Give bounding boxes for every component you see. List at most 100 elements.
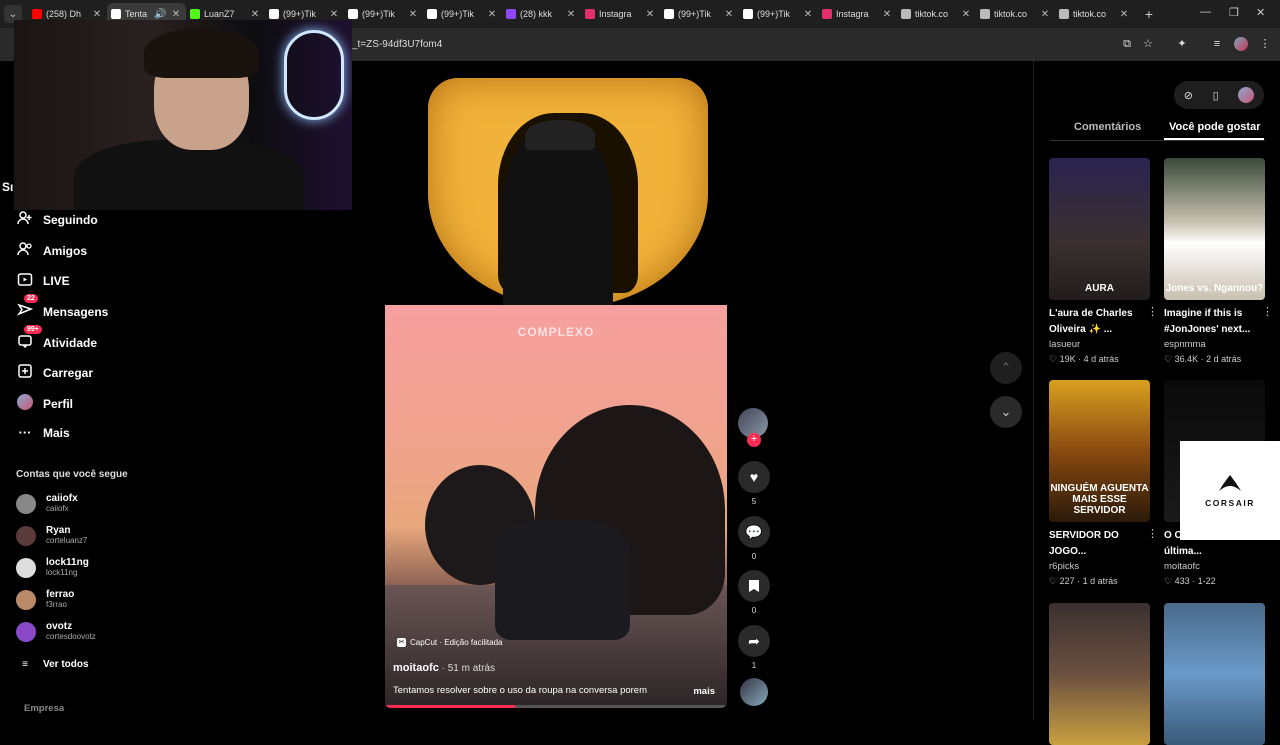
tab-close-icon[interactable]: ✕ bbox=[249, 9, 261, 20]
browser-tab[interactable]: (99+)Tik ✕ bbox=[423, 3, 502, 25]
close-window-icon[interactable]: ✕ bbox=[1256, 6, 1265, 19]
card-author[interactable]: r6picks bbox=[1049, 561, 1150, 572]
tab-voce-pode-gostar[interactable]: Você pode gostar bbox=[1169, 121, 1260, 133]
extensions-icon[interactable]: ✦ bbox=[1175, 37, 1189, 51]
user-avatar-icon[interactable] bbox=[1238, 87, 1255, 103]
tab-close-icon[interactable]: ✕ bbox=[644, 9, 656, 20]
video-thumbnail[interactable]: Jones vs. Ngannou? bbox=[1164, 158, 1265, 300]
sidebar-item-atividade[interactable]: 99+ Atividade bbox=[16, 325, 97, 352]
following-item[interactable]: ferrao f3rrao bbox=[16, 589, 74, 610]
tab-audio-icon[interactable]: 🔊 bbox=[154, 9, 166, 20]
bookmark-icon[interactable] bbox=[738, 570, 770, 602]
sidebar-item-amigos[interactable]: Amigos bbox=[16, 241, 87, 260]
recommended-video-card[interactable]: AURA L'aura de Charles Oliveira ✨ ... lasu… bbox=[1049, 158, 1158, 365]
main-video-player[interactable]: COMPLEXO ✂ CapCut · Edição facilitada mo… bbox=[385, 305, 727, 708]
browser-tab[interactable]: Instagra ✕ bbox=[581, 3, 660, 25]
new-tab-button[interactable]: + bbox=[1138, 6, 1160, 22]
following-item[interactable]: ovotz cortesdoovotz bbox=[16, 621, 96, 642]
card-author[interactable]: lasueur bbox=[1049, 339, 1150, 350]
tab-close-icon[interactable]: ✕ bbox=[407, 9, 419, 20]
see-all-link[interactable]: ≡ Ver todos bbox=[16, 659, 89, 670]
browser-tab[interactable]: Instagra ✕ bbox=[818, 3, 897, 25]
recommended-video-card[interactable] bbox=[1049, 603, 1150, 745]
tab-close-icon[interactable]: ✕ bbox=[170, 9, 182, 20]
tab-close-icon[interactable]: ✕ bbox=[881, 9, 893, 20]
tab-comentarios[interactable]: Comentários bbox=[1074, 121, 1141, 133]
tab-close-icon[interactable]: ✕ bbox=[723, 9, 735, 20]
tab-close-icon[interactable]: ✕ bbox=[565, 9, 577, 20]
avatar bbox=[16, 589, 36, 610]
menu-kebab-icon[interactable]: ⋮ bbox=[1258, 37, 1272, 51]
video-thumbnail[interactable]: NINGUÉM AGUENTA MAIS ESSE SERVIDOR bbox=[1049, 380, 1150, 522]
comment-count: 0 bbox=[751, 552, 757, 561]
tab-close-icon[interactable]: ✕ bbox=[486, 9, 498, 20]
video-progress-bar[interactable] bbox=[385, 705, 727, 708]
comment-action[interactable]: 💬 0 bbox=[738, 516, 770, 561]
browser-tab[interactable]: tiktok.co ✕ bbox=[897, 3, 976, 25]
video-thumbnail[interactable] bbox=[1164, 603, 1265, 745]
corsair-ad[interactable]: CORSAIR bbox=[1180, 441, 1280, 540]
maximize-icon[interactable]: ❐ bbox=[1229, 6, 1239, 19]
video-thumbnail[interactable] bbox=[1049, 603, 1150, 745]
recommended-video-card[interactable] bbox=[1164, 603, 1265, 745]
next-video-arrow-icon[interactable]: ⌄ bbox=[990, 396, 1022, 428]
video-author[interactable]: moitaofc bbox=[393, 662, 439, 674]
tab-close-icon[interactable]: ✕ bbox=[960, 9, 972, 20]
webcam-hair bbox=[144, 28, 259, 78]
following-item[interactable]: Ryan corteluanz7 bbox=[16, 525, 87, 546]
browser-tab[interactable]: tiktok.co ✕ bbox=[1055, 3, 1134, 25]
sidebar-item-label: Perfil bbox=[43, 396, 74, 411]
browser-tab[interactable]: (99+)Tik ✕ bbox=[660, 3, 739, 25]
tab-close-icon[interactable]: ✕ bbox=[91, 9, 103, 20]
video-thumbnail[interactable]: AURA bbox=[1049, 158, 1150, 300]
card-author[interactable]: moitaofc bbox=[1164, 561, 1265, 572]
browser-tab[interactable]: (99+)Tik ✕ bbox=[344, 3, 423, 25]
browser-tab[interactable]: (28) kkk ✕ bbox=[502, 3, 581, 25]
tab-favicon-icon bbox=[980, 9, 990, 19]
recommended-video-card[interactable]: NINGUÉM AGUENTA MAIS ESSE SERVIDOR SERVID… bbox=[1049, 380, 1158, 587]
capcut-banner[interactable]: ✂ CapCut · Edição facilitada bbox=[397, 638, 503, 647]
phone-icon[interactable]: ▯ bbox=[1213, 89, 1219, 102]
tab-title: tiktok.co bbox=[915, 9, 949, 19]
video-time: · 51 m atrás bbox=[438, 663, 495, 674]
card-more-icon[interactable]: ⋮ bbox=[1147, 527, 1158, 540]
tab-close-icon[interactable]: ✕ bbox=[1039, 9, 1051, 20]
following-item[interactable]: caiiofx caiiofx bbox=[16, 493, 78, 514]
url-text[interactable]: _t=ZS-94df3U7fom4 bbox=[352, 39, 442, 50]
bookmark-star-icon[interactable]: ☆ bbox=[1141, 37, 1155, 51]
browser-tab[interactable]: (99+)Tik ✕ bbox=[739, 3, 818, 25]
tab-close-icon[interactable]: ✕ bbox=[802, 9, 814, 20]
install-app-icon[interactable]: ⧉ bbox=[1120, 37, 1134, 51]
browser-tab[interactable]: tiktok.co ✕ bbox=[976, 3, 1055, 25]
minimize-icon[interactable]: — bbox=[1200, 6, 1211, 18]
sidebar-item-live[interactable]: LIVE bbox=[16, 271, 70, 290]
following-item[interactable]: lock11ng lock11ng bbox=[16, 557, 89, 578]
previous-video-preview[interactable] bbox=[385, 70, 727, 306]
description-more-button[interactable]: mais bbox=[693, 686, 715, 697]
card-more-icon[interactable]: ⋮ bbox=[1147, 305, 1158, 318]
sidebar-item-carregar[interactable]: Carregar bbox=[16, 363, 93, 382]
sidebar-item-perfil[interactable]: Perfil bbox=[16, 394, 73, 413]
card-author[interactable]: espnmma bbox=[1164, 339, 1265, 350]
share-icon[interactable]: ➦ bbox=[738, 625, 770, 657]
tab-close-icon[interactable]: ✕ bbox=[1118, 9, 1130, 20]
recommended-video-card[interactable]: Jones vs. Ngannou? Imagine if this is #Jo… bbox=[1164, 158, 1273, 365]
save-count: 0 bbox=[751, 606, 757, 615]
footer-company-link[interactable]: Empresa bbox=[24, 703, 64, 714]
save-action[interactable]: 0 bbox=[738, 570, 770, 615]
profile-avatar-icon[interactable] bbox=[1234, 37, 1248, 51]
heart-icon[interactable]: ♥ bbox=[738, 461, 770, 493]
media-control-icon[interactable]: ≡ bbox=[1210, 37, 1224, 51]
sidebar-item-seguindo[interactable]: Seguindo bbox=[16, 210, 98, 229]
sound-avatar[interactable] bbox=[740, 678, 768, 706]
previous-video-arrow-icon[interactable]: ⌃ bbox=[990, 352, 1022, 384]
follow-plus-icon[interactable]: + bbox=[747, 433, 761, 447]
like-action[interactable]: ♥ 5 bbox=[738, 461, 770, 506]
card-more-icon[interactable]: ⋮ bbox=[1262, 305, 1273, 318]
sidebar-item-mais[interactable]: ··· Mais bbox=[16, 425, 70, 440]
share-action[interactable]: ➦ 1 bbox=[738, 625, 770, 670]
compass-icon[interactable]: ⊘ bbox=[1184, 89, 1193, 102]
comment-icon[interactable]: 💬 bbox=[738, 516, 770, 548]
sidebar-item-mensagens[interactable]: 22 Mensagens bbox=[16, 294, 108, 321]
tab-close-icon[interactable]: ✕ bbox=[328, 9, 340, 20]
